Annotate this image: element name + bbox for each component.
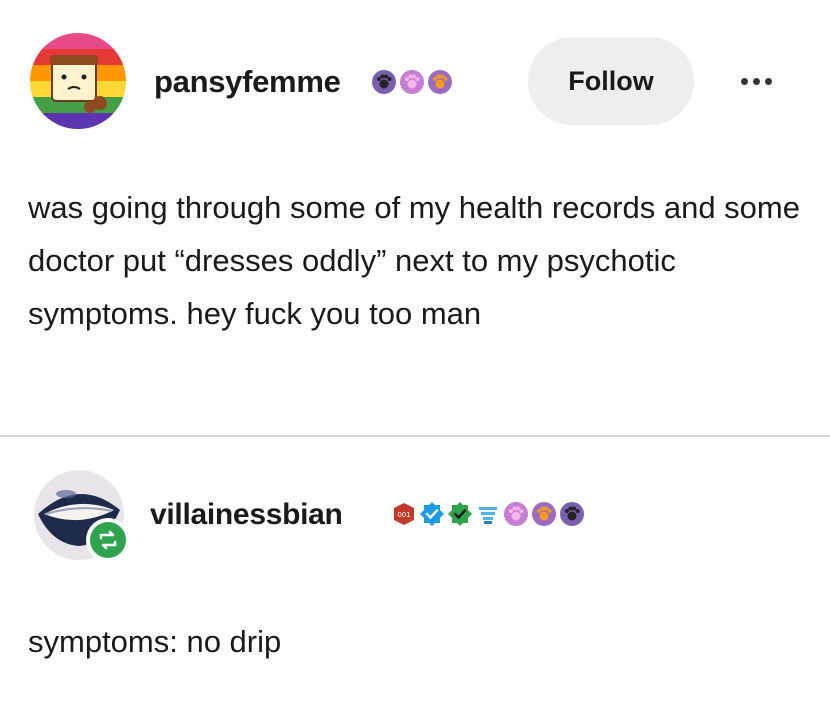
post-username[interactable]: pansyfemme	[154, 64, 341, 100]
reblog-username[interactable]: villainessbian	[150, 498, 343, 532]
verified-badge-icon	[420, 502, 444, 526]
original-post: pansyfemme Follow was going through some…	[0, 0, 830, 436]
more-dot-icon	[740, 77, 748, 85]
paw-badge-icon	[428, 70, 452, 94]
post-badges	[371, 69, 453, 95]
checkmark-badge-icon	[448, 502, 472, 526]
bunny-badge-icon	[479, 507, 497, 524]
more-options-button[interactable]	[726, 67, 786, 95]
post-body-text: was going through some of my health reco…	[28, 190, 800, 331]
reblog-indicator	[86, 518, 130, 562]
paw-badge-icon	[400, 70, 424, 94]
mushroom-badge-icon: 001	[394, 503, 414, 525]
avatar[interactable]	[30, 33, 126, 129]
reblog-body-text: symptoms: no drip	[28, 624, 282, 659]
svg-text:001: 001	[397, 511, 410, 519]
follow-button[interactable]: Follow	[528, 37, 694, 125]
reblog-badges: 001	[391, 501, 585, 527]
paw-badge-icon	[372, 70, 396, 94]
more-dot-icon	[764, 77, 772, 85]
reblog-post: villainessbian 001 symptoms: no drip	[0, 437, 830, 716]
paw-badge-icon	[532, 502, 556, 526]
reblog-icon	[90, 522, 126, 558]
paw-badge-icon	[504, 502, 528, 526]
post-header: pansyfemme Follow	[30, 33, 800, 129]
more-dot-icon	[752, 77, 760, 85]
rainbow-flag-avatar-icon	[30, 33, 126, 129]
paw-badge-icon	[560, 502, 584, 526]
reblog-avatar-wrap	[34, 470, 134, 570]
